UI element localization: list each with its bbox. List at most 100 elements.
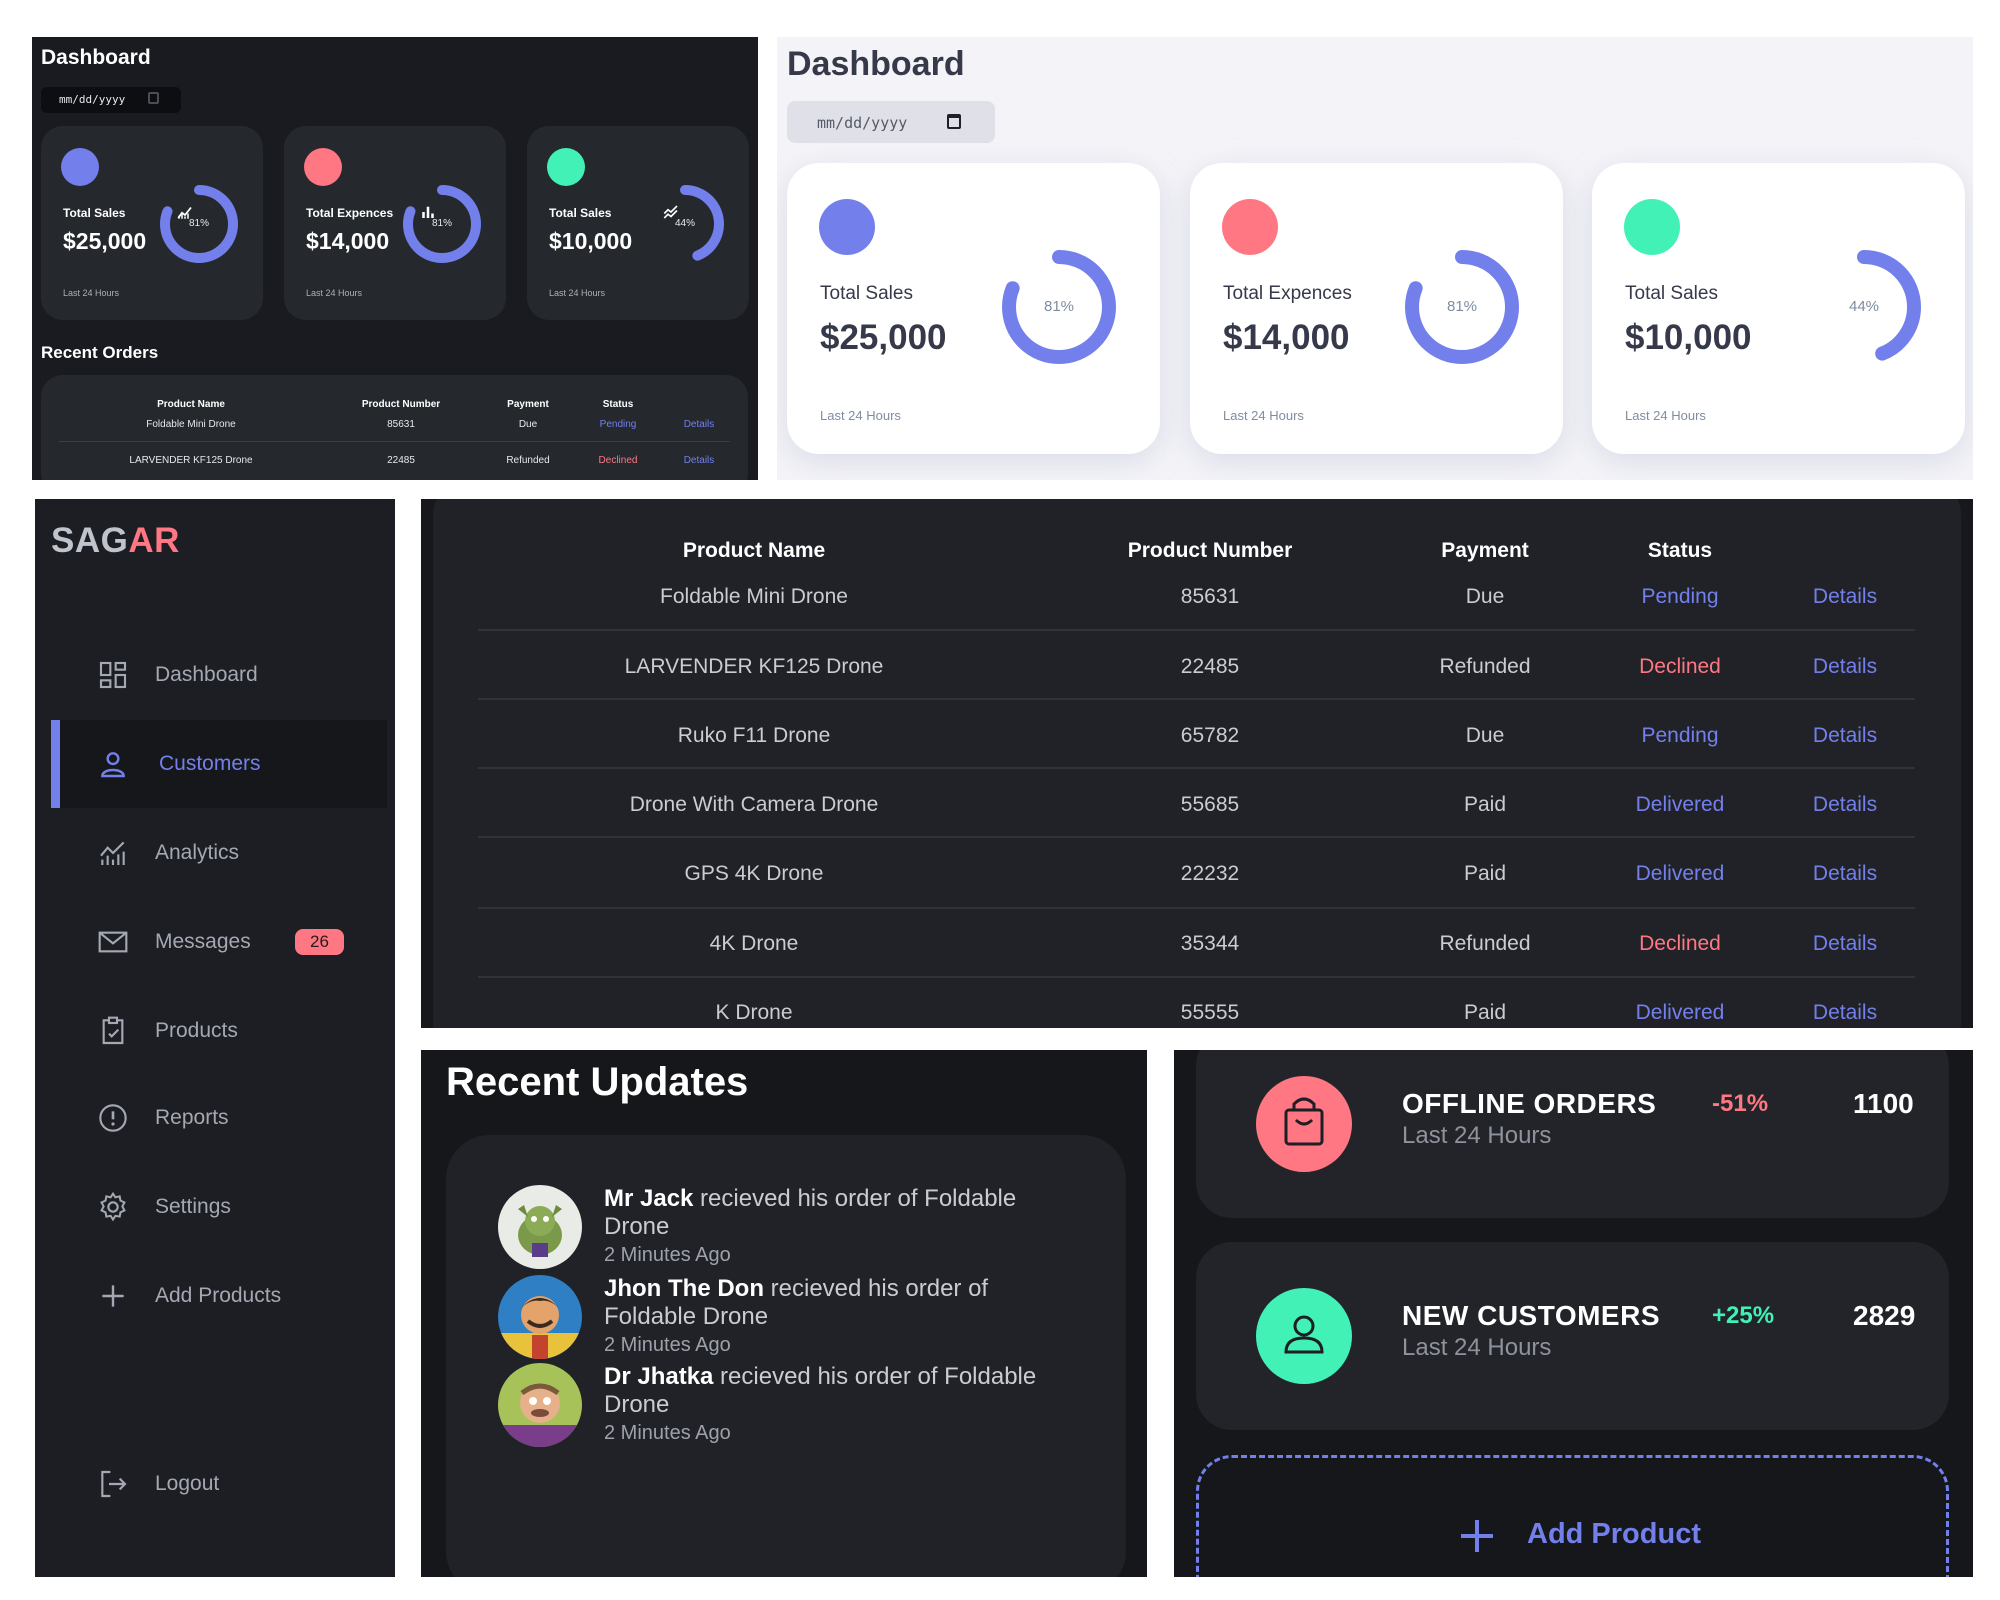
analytics-period: Last 24 Hours <box>1402 1334 1552 1361</box>
sidebar-item-products[interactable]: Products <box>51 987 387 1075</box>
product-number: 55685 <box>1180 793 1240 816</box>
sidebar-item-customers[interactable]: Customers <box>51 720 387 808</box>
details-link[interactable]: Details <box>1813 932 1877 956</box>
card-value: $10,000 <box>549 228 633 254</box>
product-number: 22232 <box>1180 862 1240 885</box>
details-link[interactable]: Details <box>1813 862 1877 886</box>
card-period: Last 24 Hours <box>1223 408 1304 423</box>
orders-table-panel: Product Name Product Number Payment Stat… <box>421 499 1973 1028</box>
product-number: 22485 <box>1180 655 1240 678</box>
details-link[interactable]: Details <box>684 419 715 430</box>
avatar <box>498 1275 582 1359</box>
sidebar-item-label: Analytics <box>155 841 240 864</box>
details-link[interactable]: Details <box>1813 655 1877 679</box>
recent-updates-panel: Recent Updates Mr Jack recieved his orde… <box>421 1050 1147 1577</box>
logo[interactable]: SAGAR <box>51 521 180 561</box>
progress-percent: 81% <box>1043 298 1075 315</box>
date-input[interactable]: mm/dd/yyyy <box>787 101 995 143</box>
status-pending: Pending <box>1641 724 1719 747</box>
status-declined: Declined <box>598 455 638 466</box>
sidebar-item-logout[interactable]: Logout <box>51 1440 387 1528</box>
details-link[interactable]: Details <box>1813 724 1877 748</box>
column-header: Payment <box>1441 539 1529 562</box>
sales-analytics-panel: OFFLINE ORDERS Last 24 Hours -51% 1100 N… <box>1174 1050 1973 1577</box>
mail-icon <box>98 931 128 953</box>
message-count-badge: 26 <box>295 929 344 955</box>
avatar <box>498 1363 582 1447</box>
sidebar-item-label: Products <box>155 1019 238 1042</box>
column-header: Product Name <box>682 539 826 562</box>
date-input[interactable]: mm/dd/yyyy <box>41 87 181 113</box>
product-name: Foldable Mini Drone <box>660 585 848 608</box>
card-label: Total Sales <box>1625 283 1718 304</box>
payment: Paid <box>1463 1001 1507 1024</box>
calendar-icon[interactable] <box>947 114 961 129</box>
card-period: Last 24 Hours <box>820 408 901 423</box>
logout-icon <box>101 1470 127 1498</box>
update-message: Dr Jhatka recieved his order of Foldable… <box>604 1363 1074 1447</box>
calendar-icon[interactable] <box>148 92 159 104</box>
details-link[interactable]: Details <box>1813 585 1877 609</box>
person-icon <box>1256 1288 1352 1384</box>
customer-name: Dr Jhatka <box>604 1363 714 1390</box>
sidebar-item-add-products[interactable]: Add Products <box>51 1252 387 1340</box>
status-declined: Declined <box>1639 655 1721 678</box>
sidebar-item-reports[interactable]: Reports <box>51 1074 387 1162</box>
row-divider <box>59 441 730 442</box>
update-time: 2 Minutes Ago <box>604 1244 731 1266</box>
add-product-label: Add Product <box>1527 1518 1701 1550</box>
stocks-icon <box>1624 199 1857 304</box>
payment: Refunded <box>1439 932 1531 955</box>
insights-icon <box>100 841 125 865</box>
column-header: Product Name <box>157 399 225 410</box>
row-divider <box>478 629 1915 631</box>
product-name: Foldable Mini Drone <box>146 419 236 430</box>
sidebar-item-dashboard[interactable]: Dashboard <box>51 631 387 719</box>
add-product-button[interactable]: Add Product <box>1196 1455 1949 1577</box>
updates-list: Mr Jack recieved his order of Foldable D… <box>446 1135 1126 1577</box>
payment: Refunded <box>506 455 550 466</box>
card-period: Last 24 Hours <box>63 288 120 298</box>
payment: Due <box>518 419 538 430</box>
status-pending: Pending <box>599 419 637 430</box>
dashboard-light-preview: Dashboard mm/dd/yyyy Total Sales $25,000… <box>777 37 1973 480</box>
row-divider <box>478 836 1915 838</box>
analytics-change: +25% <box>1712 1302 1775 1329</box>
progress-percent: 44% <box>674 218 695 229</box>
stocks-icon <box>547 148 678 219</box>
column-header: Payment <box>507 399 549 410</box>
card-value: $25,000 <box>820 318 947 357</box>
column-header: Product Number <box>1127 539 1293 562</box>
status-delivered: Delivered <box>1635 793 1725 816</box>
card-period: Last 24 Hours <box>306 288 363 298</box>
analytics-period: Last 24 Hours <box>1402 1122 1552 1149</box>
sidebar-item-settings[interactable]: Settings <box>51 1163 387 1251</box>
date-placeholder: mm/dd/yyyy <box>59 93 126 106</box>
details-link[interactable]: Details <box>1813 793 1877 817</box>
details-link[interactable]: Details <box>1813 1001 1877 1025</box>
sidebar-item-analytics[interactable]: Analytics <box>51 809 387 897</box>
date-placeholder: mm/dd/yyyy <box>817 114 908 132</box>
card-label: Total Sales <box>63 206 126 220</box>
update-time: 2 Minutes Ago <box>604 1422 731 1444</box>
details-link[interactable]: Details <box>684 455 715 466</box>
analytics-change: -51% <box>1712 1090 1769 1117</box>
sidebar-item-label: Settings <box>155 1195 231 1218</box>
sidebar-item-label: Add Products <box>155 1284 282 1307</box>
offline-orders-card: OFFLINE ORDERS Last 24 Hours -51% 1100 <box>1196 1050 1949 1218</box>
card-period: Last 24 Hours <box>549 288 606 298</box>
logo-accent: AR <box>128 521 180 560</box>
product-name: LARVENDER KF125 Drone <box>624 655 884 678</box>
sidebar-item-label: Messages <box>155 930 251 953</box>
product-number: 65782 <box>1180 724 1240 747</box>
update-time: 2 Minutes Ago <box>604 1334 731 1356</box>
sidebar-item-label: Logout <box>155 1472 220 1495</box>
card-value: $14,000 <box>1223 318 1350 357</box>
column-header: Status <box>602 399 634 410</box>
product-number: 85631 <box>387 419 415 430</box>
page-title: Dashboard <box>787 45 965 83</box>
sidebar-item-messages[interactable]: Messages 26 <box>51 898 387 986</box>
income-card: Total Sales $10,000 Last 24 Hours 44% <box>527 126 749 320</box>
payment: Due <box>1465 724 1505 747</box>
customer-name: Mr Jack <box>604 1185 694 1212</box>
